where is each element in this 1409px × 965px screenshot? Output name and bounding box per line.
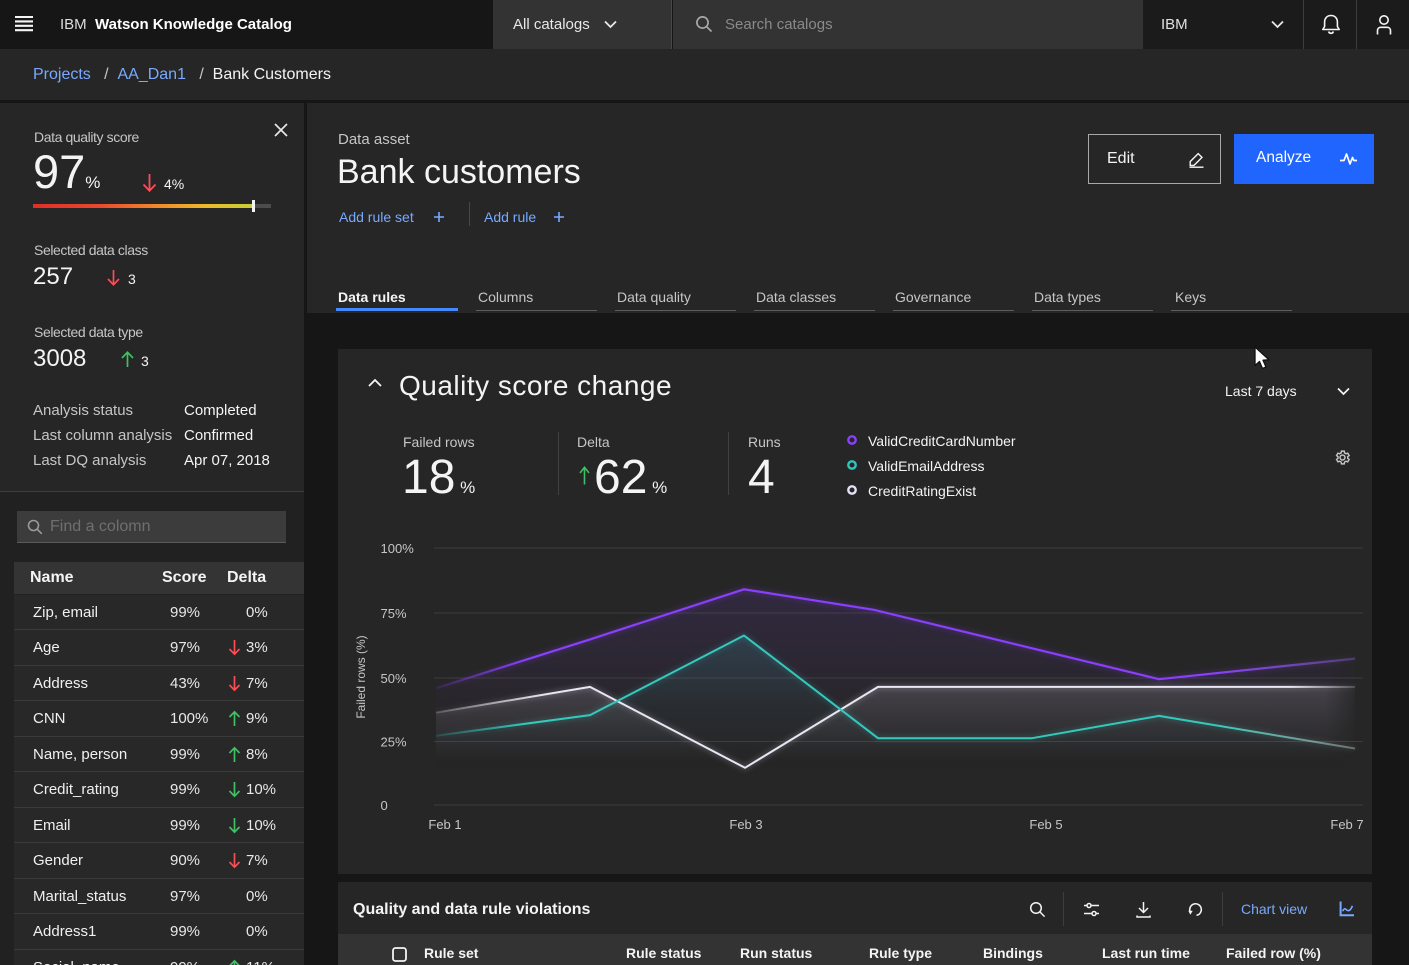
svg-text:Feb 1: Feb 1 bbox=[428, 817, 461, 832]
svg-text:Feb 7: Feb 7 bbox=[1330, 817, 1363, 832]
svg-text:50%: 50% bbox=[381, 671, 407, 686]
svg-text:Failed rows (%): Failed rows (%) bbox=[354, 635, 368, 718]
svg-text:75%: 75% bbox=[381, 606, 407, 621]
svg-text:100%: 100% bbox=[381, 541, 415, 556]
svg-text:Feb 3: Feb 3 bbox=[729, 817, 762, 832]
svg-text:25%: 25% bbox=[381, 735, 407, 750]
svg-text:0: 0 bbox=[381, 798, 388, 813]
svg-text:Feb 5: Feb 5 bbox=[1029, 817, 1062, 832]
